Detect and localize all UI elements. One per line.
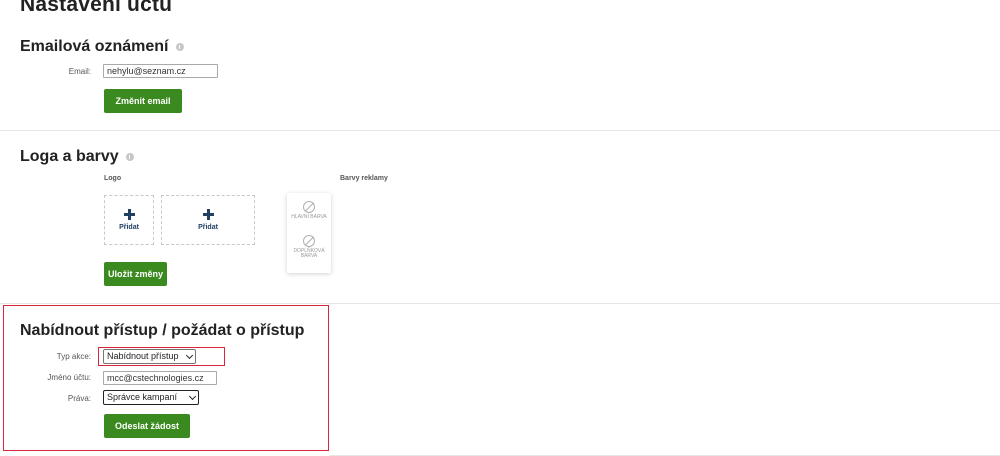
logos-section-title: Loga a barvy	[20, 148, 134, 166]
add-square-logo-button[interactable]: Přidat	[104, 195, 154, 245]
access-section-title: Nabídnout přístup / požádat o přístup	[20, 322, 305, 339]
email-section-title-text: Emailová oznámení	[20, 38, 169, 55]
add-label: Přidat	[198, 224, 218, 231]
colors-label: Barvy reklamy	[340, 175, 388, 182]
chevron-down-icon	[188, 392, 197, 400]
logo-label: Logo	[104, 175, 122, 182]
add-wide-logo-button[interactable]: Přidat	[161, 195, 255, 245]
main-color-label: HLAVNÍ BARVA	[291, 214, 327, 220]
action-type-label: Typ akce:	[56, 352, 91, 361]
action-type-value: Nabídnout přístup	[107, 351, 179, 361]
save-changes-button[interactable]: Uložit změny	[104, 262, 167, 286]
info-icon[interactable]	[175, 43, 184, 51]
account-name-field[interactable]: mcc@cstechnologies.cz	[103, 371, 217, 385]
plus-icon	[123, 209, 135, 220]
secondary-color-label-2: BARVA	[300, 253, 318, 259]
main-color-picker[interactable]: HLAVNÍ BARVA	[287, 201, 331, 220]
action-type-select[interactable]: Nabídnout přístup	[103, 349, 196, 364]
rights-select[interactable]: Správce kampaní	[103, 390, 199, 405]
ad-colors-card: HLAVNÍ BARVA DOPLŇKOVÁ BARVA	[287, 193, 331, 273]
logos-section-title-text: Loga a barvy	[20, 148, 119, 165]
add-label: Přidat	[119, 224, 139, 231]
change-email-button[interactable]: Změnit email	[104, 89, 182, 113]
send-request-button[interactable]: Odeslat žádost	[104, 414, 190, 438]
chevron-down-icon	[185, 351, 194, 359]
no-color-icon	[303, 235, 315, 247]
secondary-color-picker[interactable]: DOPLŇKOVÁ BARVA	[287, 235, 331, 259]
info-icon[interactable]	[125, 153, 134, 161]
email-field[interactable]: nehylu@seznam.cz	[103, 64, 218, 78]
no-color-icon	[303, 201, 315, 213]
email-label: Email:	[68, 67, 91, 76]
email-section-title: Emailová oznámení	[20, 38, 184, 56]
rights-value: Správce kampaní	[107, 392, 178, 402]
plus-icon	[202, 209, 214, 220]
page-title: Nastavení účtu	[20, 0, 173, 16]
rights-label: Práva:	[67, 394, 91, 403]
section-divider	[0, 303, 1000, 304]
account-name-label: Jméno účtu:	[47, 373, 91, 382]
section-divider	[0, 130, 1000, 131]
